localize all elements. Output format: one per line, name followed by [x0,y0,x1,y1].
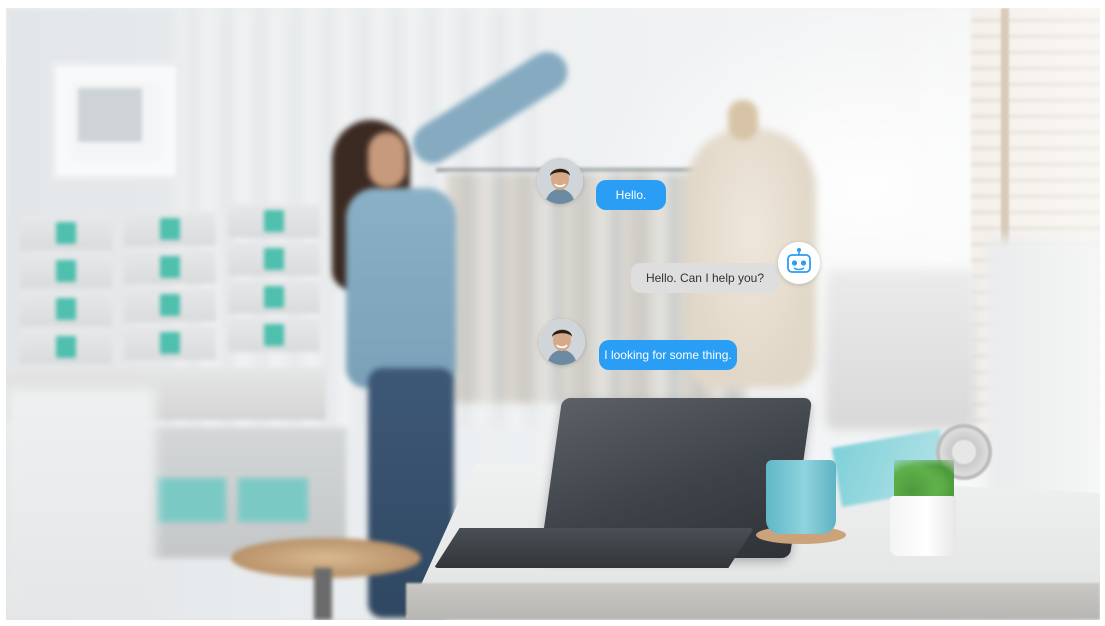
sewing-machine [826,270,976,430]
shipping-box [124,250,216,284]
foreground-blur [6,388,156,620]
shipping-box [228,280,320,314]
shipping-box [124,288,216,322]
shipping-box [228,318,320,352]
woman-face [368,132,406,188]
photo-frame: Hello. Hello. Can I help you? I looking … [6,8,1100,620]
shipping-box [20,330,112,364]
person-avatar-icon [539,319,585,365]
plant-pot [890,496,956,556]
teal-box [238,478,308,522]
shipping-box [20,216,112,250]
wall-picture [50,60,182,182]
laptop-base [434,528,754,568]
robot-icon [778,242,820,284]
mannequin-head [728,100,758,140]
shipping-box [20,254,112,288]
person-avatar-icon [537,158,583,204]
chat-message-user: Hello. [596,180,666,210]
teal-cup [766,460,836,534]
chat-message-bot: Hello. Can I help you? [631,263,779,293]
teal-box [156,478,226,522]
chat-message-user: I looking for some thing. [599,340,737,370]
woman-torso [346,188,456,388]
shipping-box [228,242,320,276]
desk-edge [406,583,1100,620]
shipping-box [124,326,216,360]
shipping-box [124,212,216,246]
shipping-box [20,292,112,326]
shipping-box [228,204,320,238]
stool-leg [314,568,332,620]
